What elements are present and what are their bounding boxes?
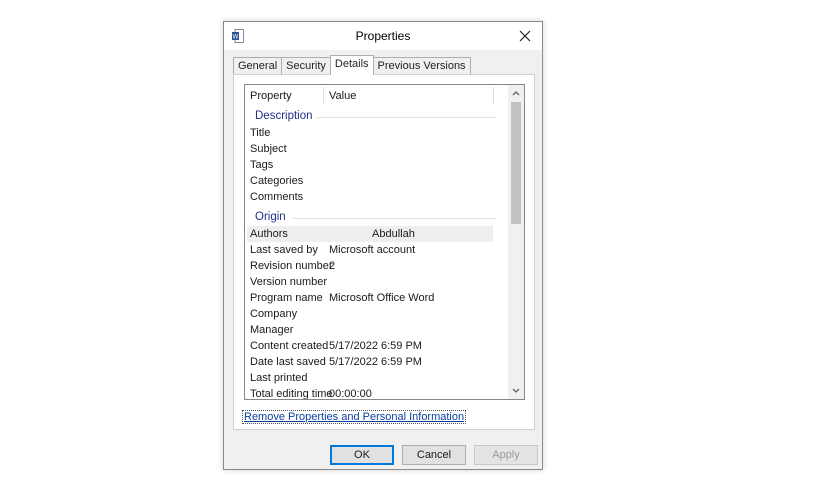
tab-general[interactable]: General: [233, 57, 283, 74]
property-name: Manager: [250, 324, 294, 336]
property-row-title[interactable]: Title: [247, 125, 493, 141]
property-value: 5/17/2022 6:59 PM: [329, 340, 422, 352]
column-divider[interactable]: [323, 87, 324, 105]
property-row-authors[interactable]: Authors Abdullah: [247, 226, 493, 242]
property-row-tags[interactable]: Tags: [247, 157, 493, 173]
tab-previous-versions[interactable]: Previous Versions: [372, 57, 471, 74]
cancel-button[interactable]: Cancel: [402, 445, 466, 465]
property-row-revision-number[interactable]: Revision number 2: [247, 258, 493, 274]
apply-button[interactable]: Apply: [474, 445, 538, 465]
property-value: Microsoft Office Word: [329, 292, 435, 304]
scroll-up-button[interactable]: [508, 85, 524, 101]
property-value: 00:00:00: [329, 388, 372, 400]
property-value: Microsoft account: [329, 244, 416, 256]
property-row-last-printed[interactable]: Last printed: [247, 370, 493, 386]
ok-button[interactable]: OK: [330, 445, 394, 465]
group-heading-description: Description: [255, 110, 313, 122]
group-divider: [293, 218, 497, 219]
scroll-down-button[interactable]: [508, 383, 524, 399]
tab-strip: General Security Details Previous Versio…: [233, 55, 471, 75]
scroll-thumb[interactable]: [511, 102, 521, 224]
property-name: Last printed: [250, 372, 308, 384]
property-name: Content created: [250, 340, 329, 352]
details-panel: Property Value Description Title Subject…: [233, 74, 535, 430]
column-header-value[interactable]: Value: [329, 90, 356, 102]
property-row-comments[interactable]: Comments: [247, 189, 493, 205]
property-name: Total editing time: [250, 388, 333, 400]
window-title: Properties: [355, 29, 411, 43]
property-value[interactable]: Abdullah: [372, 228, 415, 240]
property-name: Title: [250, 127, 271, 139]
group-heading-origin: Origin: [255, 211, 286, 223]
close-icon: [519, 30, 531, 42]
property-name: Date last saved: [250, 356, 326, 368]
property-row-date-last-saved[interactable]: Date last saved 5/17/2022 6:59 PM: [247, 354, 493, 370]
title-bar: W Properties: [224, 22, 542, 50]
property-row-content-created[interactable]: Content created 5/17/2022 6:59 PM: [247, 338, 493, 354]
group-divider: [317, 117, 497, 118]
property-name: Subject: [250, 143, 287, 155]
close-button[interactable]: [514, 25, 536, 47]
property-value: 5/17/2022 6:59 PM: [329, 356, 422, 368]
property-name: Authors: [250, 228, 288, 240]
property-value: 2: [329, 260, 336, 272]
property-row-manager[interactable]: Manager: [247, 322, 493, 338]
property-name: Program name: [250, 292, 323, 304]
list-header: Property Value: [245, 85, 509, 107]
column-divider[interactable]: [493, 87, 494, 105]
property-row-last-saved-by[interactable]: Last saved by Microsoft account: [247, 242, 493, 258]
property-name: Comments: [250, 191, 304, 203]
vertical-scrollbar[interactable]: [508, 85, 524, 399]
tab-details[interactable]: Details: [329, 55, 374, 75]
column-header-property[interactable]: Property: [250, 90, 292, 102]
property-name: Version number: [250, 276, 328, 288]
chevron-down-icon: [512, 388, 520, 393]
property-row-subject[interactable]: Subject: [247, 141, 493, 157]
properties-list[interactable]: Property Value Description Title Subject…: [244, 84, 525, 400]
properties-dialog: W Properties General Security Details Pr…: [223, 21, 543, 470]
chevron-up-icon: [512, 91, 520, 96]
tab-security[interactable]: Security: [281, 57, 331, 74]
property-row-program-name[interactable]: Program name Microsoft Office Word: [247, 290, 493, 306]
property-name: Company: [250, 308, 298, 320]
property-row-categories[interactable]: Categories: [247, 173, 493, 189]
property-row-version-number[interactable]: Version number: [247, 274, 493, 290]
property-row-total-editing-time[interactable]: Total editing time 00:00:00: [247, 386, 493, 400]
property-name: Last saved by: [250, 244, 318, 256]
remove-properties-link[interactable]: Remove Properties and Personal Informati…: [241, 410, 467, 424]
property-name: Tags: [250, 159, 274, 171]
property-row-company[interactable]: Company: [247, 306, 493, 322]
property-name: Categories: [250, 175, 304, 187]
property-name: Revision number: [250, 260, 333, 272]
